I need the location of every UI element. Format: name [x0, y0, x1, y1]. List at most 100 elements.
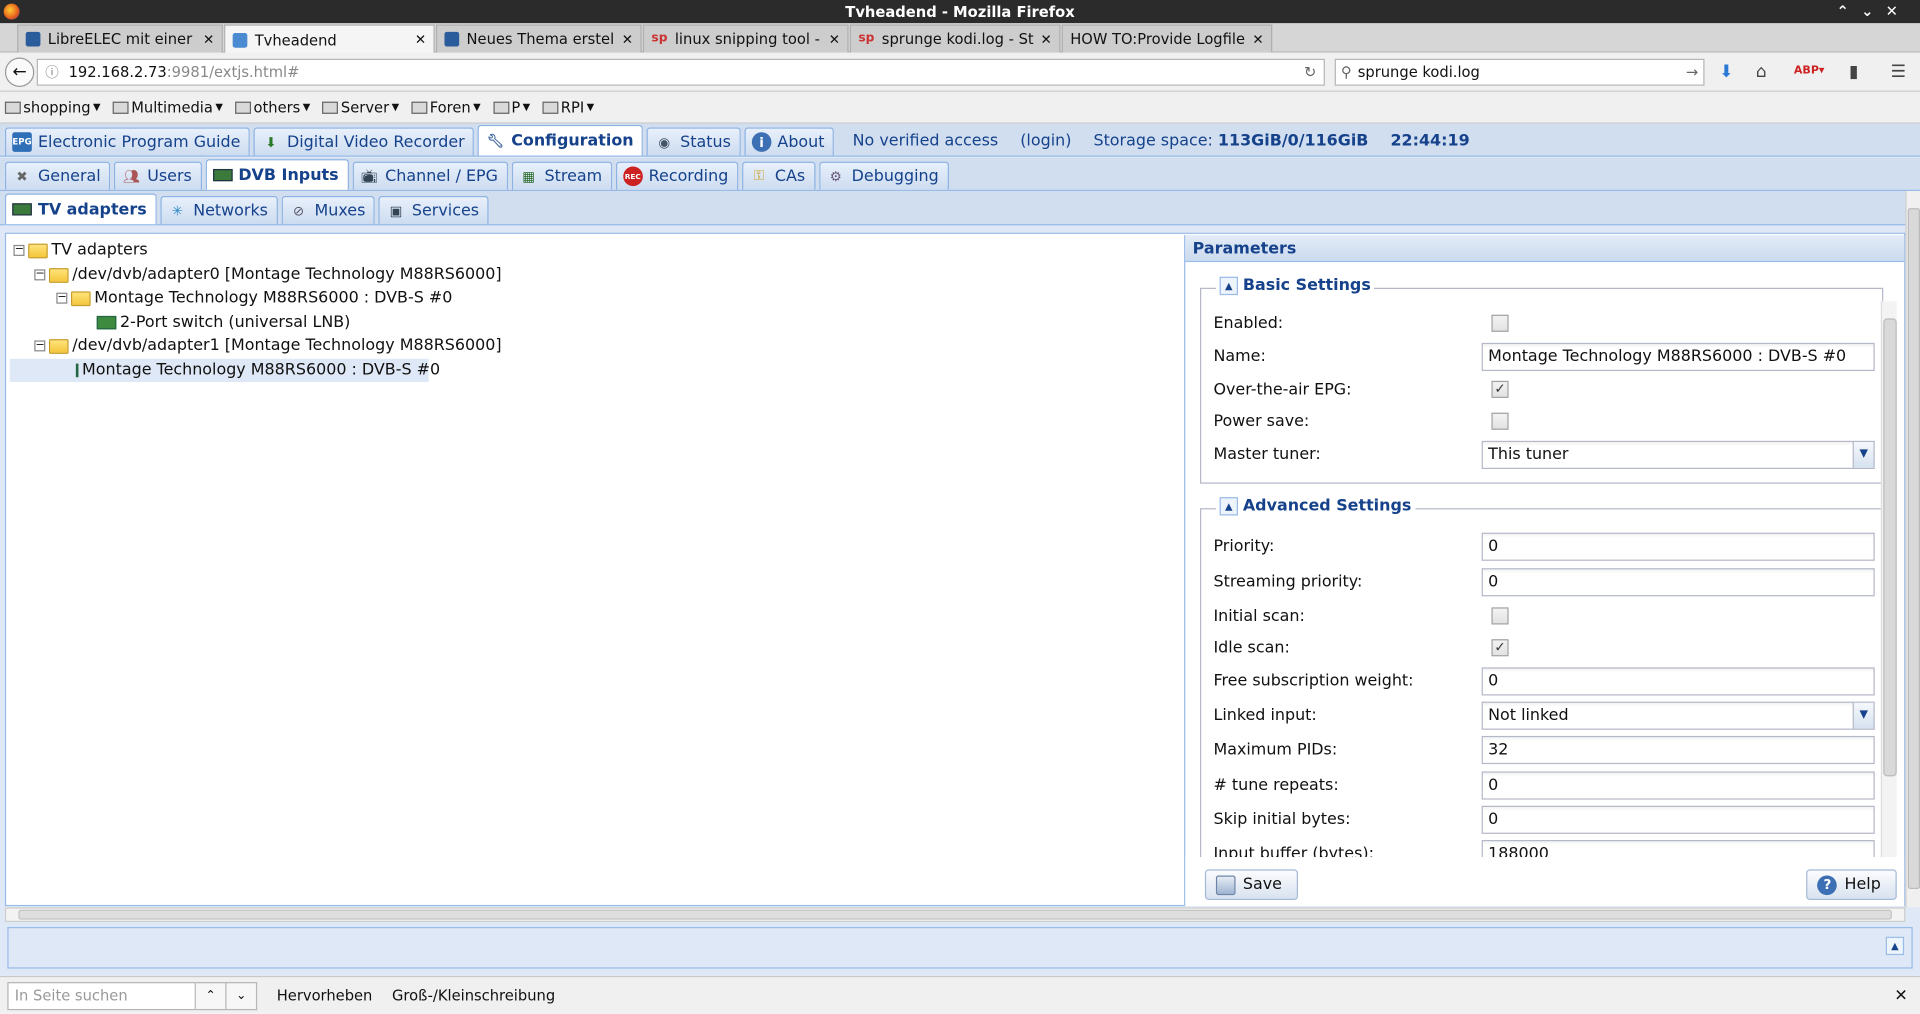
- bookmark-folder-shopping[interactable]: shopping ▼: [4, 99, 101, 116]
- antenna-icon: ✳: [171, 202, 183, 219]
- match-case-option[interactable]: Groß-/Kleinschreibung: [392, 987, 555, 1004]
- close-icon[interactable]: ✕: [622, 31, 633, 47]
- bookmark-folder-rpi[interactable]: RPI ▼: [542, 99, 594, 116]
- collapse-up-icon[interactable]: ▲: [1219, 276, 1238, 296]
- tab-general[interactable]: ✖ General: [4, 161, 111, 190]
- collapse-up-icon[interactable]: ▲: [1219, 497, 1238, 516]
- advanced-settings-legend[interactable]: ▲ Advanced Settings: [1215, 497, 1416, 516]
- browser-tab-snipping[interactable]: splinux snipping tool - ...✕: [642, 24, 849, 53]
- menu-icon[interactable]: ☰: [1891, 62, 1906, 82]
- initial-scan-checkbox[interactable]: [1491, 607, 1509, 625]
- tab-debugging[interactable]: ⚙ Debugging: [818, 161, 949, 190]
- linked-input-select[interactable]: Not linked ▼: [1482, 701, 1875, 730]
- tab-muxes[interactable]: ⊘ Muxes: [281, 195, 376, 225]
- browser-tabstrip: LibreELEC mit einer ... ✕ Tvheadend ✕ Neue…: [0, 23, 1920, 72]
- parameters-scrollbar[interactable]: [1880, 301, 1897, 858]
- streaming-priority-input[interactable]: 0: [1482, 567, 1875, 596]
- tab-cas[interactable]: ⚿ CAs: [741, 161, 815, 190]
- idle-scan-checkbox[interactable]: ✓: [1491, 639, 1509, 657]
- scrollbar-thumb[interactable]: [1907, 208, 1920, 889]
- collapse-icon[interactable]: −: [34, 340, 46, 352]
- input-buffer-input[interactable]: 188000: [1482, 839, 1875, 858]
- tab-networks[interactable]: ✳ Networks: [160, 195, 278, 225]
- close-icon[interactable]: ✕: [1252, 31, 1263, 47]
- tree-node[interactable]: −/dev/dvb/adapter0 [Montage Technology M…: [34, 263, 502, 286]
- info-icon[interactable]: ⓘ: [45, 62, 58, 82]
- highlight-all-option[interactable]: Hervorheben: [277, 987, 373, 1004]
- tree-node[interactable]: −/dev/dvb/adapter1 [Montage Technology M…: [34, 334, 502, 357]
- folder-open-icon: [48, 267, 69, 283]
- window-controls[interactable]: ⌃⌄✕: [1837, 2, 1911, 19]
- expand-up-icon[interactable]: ▲: [1885, 936, 1905, 956]
- tab-about[interactable]: i About: [744, 127, 835, 156]
- chevron-down-icon[interactable]: ▼: [1852, 441, 1874, 468]
- close-icon[interactable]: ✕: [829, 31, 840, 47]
- find-input[interactable]: In Seite suchen: [7, 981, 196, 1010]
- reload-icon[interactable]: ↻: [1304, 64, 1316, 81]
- tab-dvb-inputs[interactable]: DVB Inputs: [205, 159, 349, 190]
- ota-epg-checkbox[interactable]: ✓: [1491, 380, 1509, 398]
- horizontal-scrollbar[interactable]: [4, 907, 1906, 923]
- back-button[interactable]: ←: [4, 57, 35, 87]
- collapse-icon[interactable]: −: [13, 244, 25, 256]
- tv-card-icon: [12, 203, 32, 216]
- power-save-checkbox[interactable]: [1491, 412, 1509, 430]
- browser-tab-libreelec[interactable]: LibreELEC mit einer ... ✕: [17, 24, 223, 53]
- search-input[interactable]: ⚲ sprunge kodi.log →: [1334, 58, 1705, 86]
- tab-epg[interactable]: EPG Electronic Program Guide: [4, 127, 251, 156]
- collapse-icon[interactable]: −: [34, 269, 46, 281]
- tab-users[interactable]: 👥︎ Users: [114, 161, 202, 190]
- browser-tab-tvheadend[interactable]: Tvheadend ✕: [224, 24, 435, 54]
- scrollbar-thumb[interactable]: [1883, 318, 1897, 777]
- tab-services[interactable]: ▣ Services: [378, 195, 489, 225]
- master-tuner-select[interactable]: This tuner ▼: [1482, 440, 1875, 469]
- tree-node[interactable]: − TV adapters: [13, 239, 148, 262]
- tab-channel-epg[interactable]: 📺︎ Channel / EPG: [352, 161, 508, 190]
- browser-tab-sprunge[interactable]: sp sprunge kodi.log - St... ✕: [849, 24, 1061, 53]
- save-button[interactable]: Save: [1204, 869, 1298, 901]
- tab-status[interactable]: ◉ Status: [647, 127, 741, 156]
- close-icon[interactable]: ✕: [203, 31, 214, 47]
- basic-settings-legend[interactable]: ▲ Basic Settings: [1215, 276, 1375, 296]
- bookmark-folder-foren[interactable]: Foren ▼: [411, 99, 481, 116]
- skip-initial-bytes-input[interactable]: 0: [1482, 805, 1875, 834]
- browser-tab-neues-thema[interactable]: Neues Thema erstell...✕: [435, 24, 642, 53]
- tree-node[interactable]: 2-Port switch (universal LNB): [96, 311, 350, 334]
- chevron-down-icon[interactable]: ▼: [1852, 702, 1874, 728]
- collapse-icon[interactable]: −: [56, 292, 68, 304]
- maximum-pids-input[interactable]: 32: [1482, 735, 1875, 764]
- bookmark-folder-server[interactable]: Server ▼: [322, 99, 399, 116]
- url-bar[interactable]: ⓘ 192.168.2.73:9981/extjs.html# ↻: [36, 58, 1325, 86]
- close-icon[interactable]: ✕: [1041, 31, 1052, 47]
- browser-tab-howto[interactable]: HOW TO:Provide Logfile ... ✕: [1061, 24, 1273, 53]
- find-next-button[interactable]: ⌄: [226, 981, 258, 1010]
- tune-repeats-input[interactable]: 0: [1482, 770, 1875, 799]
- free-subscription-weight-input[interactable]: 0: [1482, 666, 1875, 695]
- login-link[interactable]: (login): [1020, 132, 1071, 150]
- tab-stream[interactable]: ▦ Stream: [511, 161, 612, 190]
- chevron-down-icon: ▼: [302, 101, 311, 113]
- close-icon[interactable]: ✕: [1894, 987, 1907, 1005]
- reader-icon[interactable]: ▮: [1849, 62, 1858, 82]
- enabled-checkbox[interactable]: [1491, 314, 1509, 332]
- page-vertical-scrollbar[interactable]: [1905, 191, 1920, 908]
- priority-input[interactable]: 0: [1482, 532, 1875, 561]
- tab-tv-adapters[interactable]: TV adapters: [4, 193, 157, 225]
- bookmark-folder-p[interactable]: P ▼: [492, 99, 530, 116]
- tree-node-selected[interactable]: Montage Technology M88RS6000 : DVB-S #0: [9, 358, 440, 383]
- tab-recording[interactable]: REC Recording: [615, 161, 739, 190]
- name-input[interactable]: Montage Technology M88RS6000 : DVB-S #0: [1482, 342, 1875, 371]
- tab-configuration[interactable]: 🔧︎ Configuration: [478, 124, 644, 156]
- help-button[interactable]: ? Help: [1806, 869, 1897, 901]
- close-icon[interactable]: ✕: [415, 32, 426, 48]
- bookmark-folder-multimedia[interactable]: Multimedia ▼: [112, 99, 223, 116]
- tree-node[interactable]: − Montage Technology M88RS6000 : DVB-S #0: [56, 287, 452, 310]
- find-previous-button[interactable]: ⌃: [195, 981, 227, 1010]
- download-icon[interactable]: ⬇: [1719, 62, 1733, 82]
- search-go-icon[interactable]: →: [1686, 64, 1698, 81]
- tab-dvr[interactable]: ⬇ Digital Video Recorder: [253, 127, 475, 156]
- bookmark-folder-others[interactable]: others ▼: [235, 99, 310, 116]
- home-icon[interactable]: ⌂: [1756, 62, 1767, 82]
- adblock-icon[interactable]: ABP▾: [1794, 65, 1825, 77]
- scrollbar-thumb[interactable]: [18, 909, 1892, 920]
